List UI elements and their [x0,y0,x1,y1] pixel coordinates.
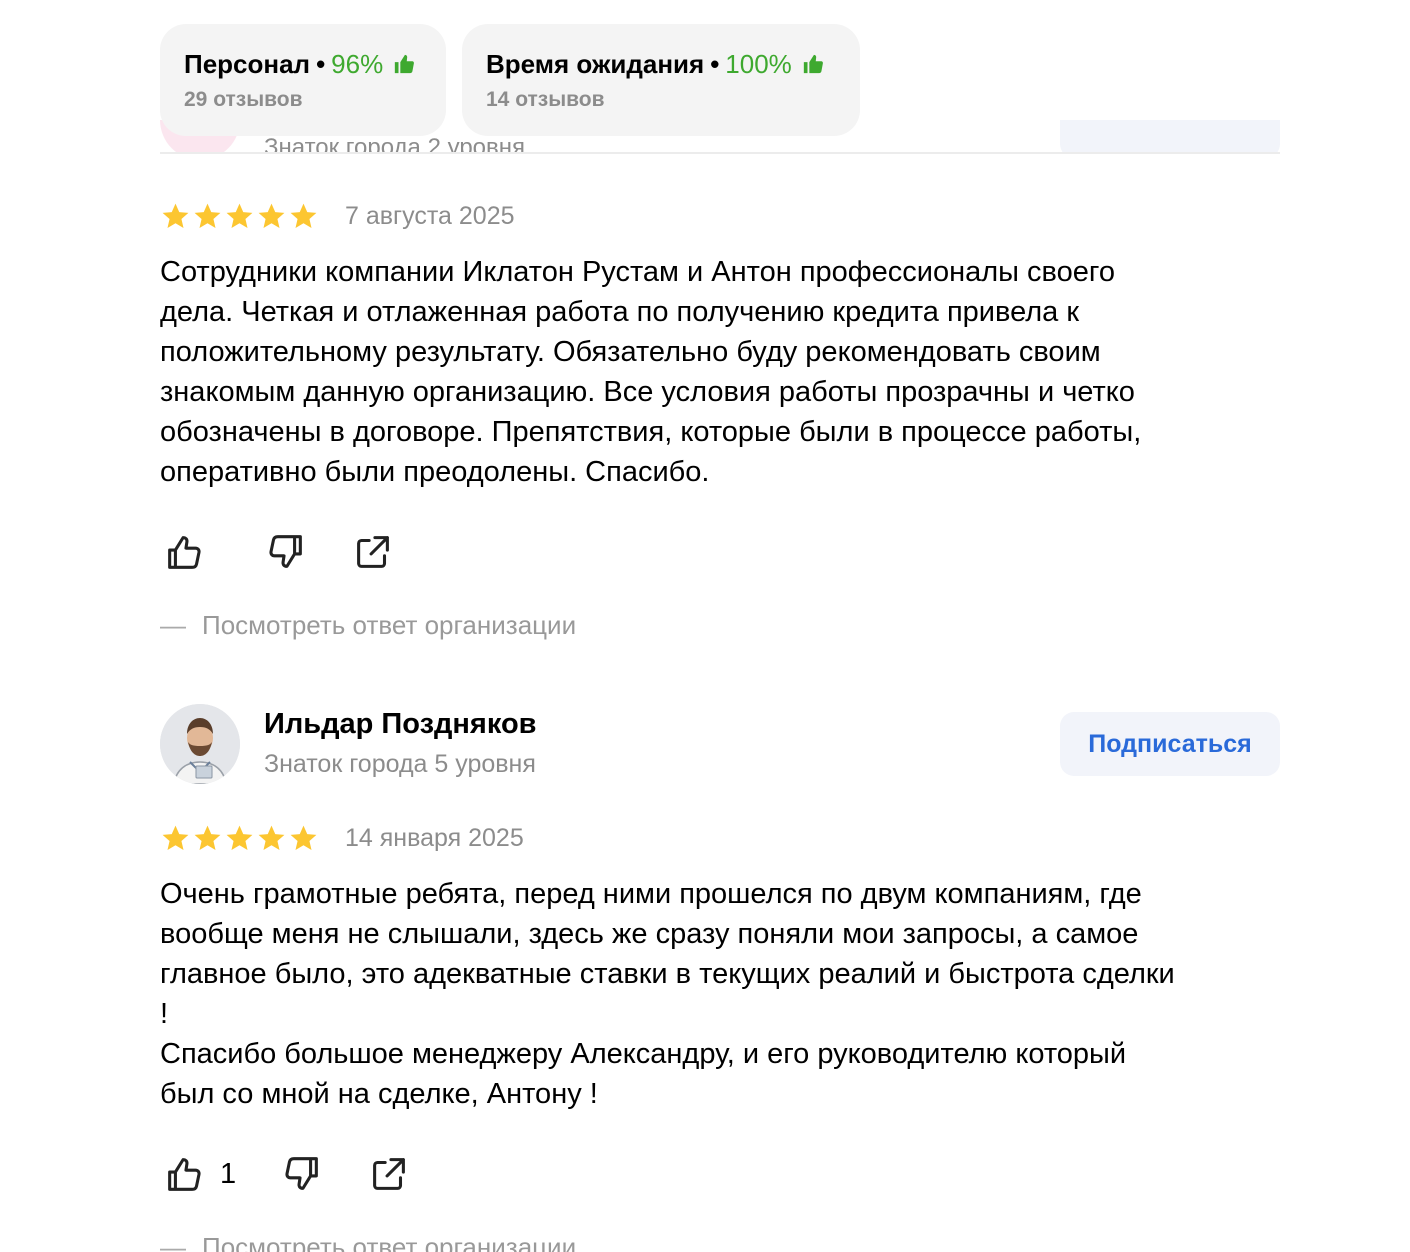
aspect-chips: Персонал • 96% 29 отзывов Время ожидания… [160,24,860,136]
reply-link-label: Посмотреть ответ организации [202,1232,577,1252]
aspect-chip-staff[interactable]: Персонал • 96% 29 отзывов [160,24,446,136]
review-meta: 14 января 2025 [160,820,1280,856]
review-card: 7 августа 2025 Сотрудники компании Иклат… [160,198,1280,641]
review-meta: 7 августа 2025 [160,198,1280,234]
thumb-up-icon [393,53,415,75]
aspect-review-count: 29 отзывов [184,87,303,111]
star-icon [194,825,221,850]
dislike-button[interactable] [278,1151,324,1197]
reply-link-label: Посмотреть ответ организации [202,610,577,640]
view-org-reply-link[interactable]: — Посмотреть ответ организации [160,1232,1280,1252]
thumb-up-outline-icon [168,1158,201,1191]
view-org-reply-link[interactable]: — Посмотреть ответ организации [160,610,1280,641]
review-date: 7 августа 2025 [345,201,515,230]
star-icon [290,203,317,228]
separator-dot: • [710,48,720,79]
aspect-name: Время ожидания [486,48,705,79]
reply-dash: — [160,1232,186,1252]
like-button[interactable] [162,529,220,575]
avatar-image [160,704,240,784]
rating-stars [160,201,319,232]
thumb-up-icon [802,53,824,75]
subscribe-button[interactable]: Подписаться [1060,712,1280,776]
share-icon [373,1158,406,1190]
aspect-review-count: 14 отзывов [486,87,605,111]
share-button[interactable] [366,1151,412,1197]
avatar[interactable] [160,704,240,784]
divider [160,152,1280,154]
star-icon [226,825,253,850]
aspect-name: Персонал [184,48,311,79]
author-level: Знаток города 5 уровня [264,750,536,778]
thumb-down-outline-icon [269,535,302,568]
like-button[interactable]: 1 [162,1151,236,1197]
star-icon [258,203,285,228]
star-icon [226,203,253,228]
review-actions [160,528,1280,576]
like-count: 1 [220,1157,237,1190]
separator-dot: • [316,48,326,79]
dislike-button[interactable] [262,529,308,575]
star-icon [258,825,285,850]
reply-dash: — [160,610,186,640]
star-icon [162,203,189,228]
subscribe-button[interactable] [1060,120,1280,154]
review-actions: 1 [160,1150,1280,1198]
aspect-chip-wait-time[interactable]: Время ожидания • 100% 14 отзывов [462,24,860,136]
aspect-percent: 96% [331,48,384,79]
author-level: Знаток города 2 уровня [264,134,526,154]
star-icon [194,203,221,228]
aspect-percent: 100% [725,48,792,79]
share-button[interactable] [350,529,396,575]
review-text: Очень грамотные ребята, перед ними проше… [160,878,1175,1110]
review-card: Ильдар Поздняков Знаток города 5 уровня … [160,704,1280,1252]
review-date: 14 января 2025 [345,823,524,852]
review-author: Ильдар Поздняков Знаток города 5 уровня … [160,704,1280,786]
thumb-down-outline-icon [285,1157,319,1190]
star-icon [162,825,189,850]
review-text: Сотрудники компании Иклатон Рустам и Ант… [160,256,1142,488]
author-name[interactable]: Ильдар Поздняков [264,708,537,741]
thumb-up-outline-icon [168,536,201,569]
share-icon [357,536,389,568]
rating-stars [160,823,319,854]
star-icon [290,825,317,850]
